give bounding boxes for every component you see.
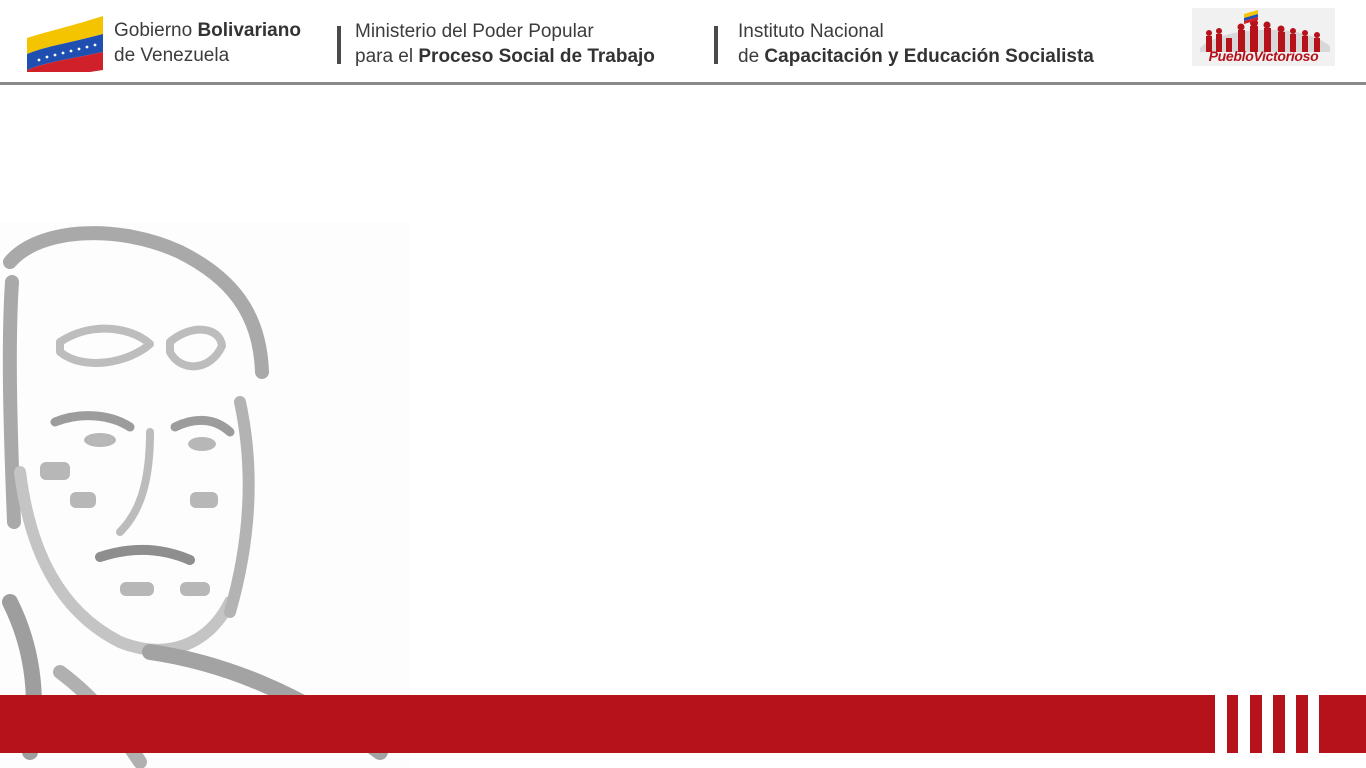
- gobierno-line2: de Venezuela: [114, 45, 230, 66]
- footer-stripe: [1250, 695, 1262, 753]
- bolivar-portrait-illustration: [0, 222, 410, 768]
- footer-red-band: [0, 695, 1215, 753]
- logo-text: PuebloVictorioso: [1208, 48, 1319, 64]
- ministerio-line2: para el: [355, 46, 419, 67]
- gobierno-line1: Gobierno: [114, 20, 198, 41]
- footer-stripe: [1227, 695, 1238, 753]
- instituto-line2-bold: Capacitación y Educación Socialista: [764, 46, 1094, 67]
- instituto-block: Instituto Nacional de Capacitación y Edu…: [738, 19, 1094, 69]
- instituto-line2: de: [738, 46, 765, 67]
- footer-stripe: [1319, 695, 1366, 753]
- venezuela-flag-icon: [27, 16, 103, 72]
- header-divider: [0, 82, 1366, 85]
- header-bar: Gobierno Bolivariano de Venezuela Minist…: [0, 0, 1366, 83]
- pueblo-victorioso-logo: PuebloVictorioso: [1192, 8, 1335, 66]
- ministerio-block: Ministerio del Poder Popular para el Pro…: [355, 19, 655, 69]
- footer-stripe: [1296, 695, 1308, 753]
- header-separator: [337, 26, 341, 64]
- ministerio-line1: Ministerio del Poder Popular: [355, 21, 594, 42]
- header-separator: [714, 26, 718, 64]
- ministerio-line2-bold: Proceso Social de Trabajo: [418, 46, 655, 67]
- instituto-line1: Instituto Nacional: [738, 21, 884, 42]
- gobierno-block: Gobierno Bolivariano de Venezuela: [114, 18, 301, 68]
- gobierno-line1-bold: Bolivariano: [197, 20, 301, 41]
- footer-stripe: [1273, 695, 1285, 753]
